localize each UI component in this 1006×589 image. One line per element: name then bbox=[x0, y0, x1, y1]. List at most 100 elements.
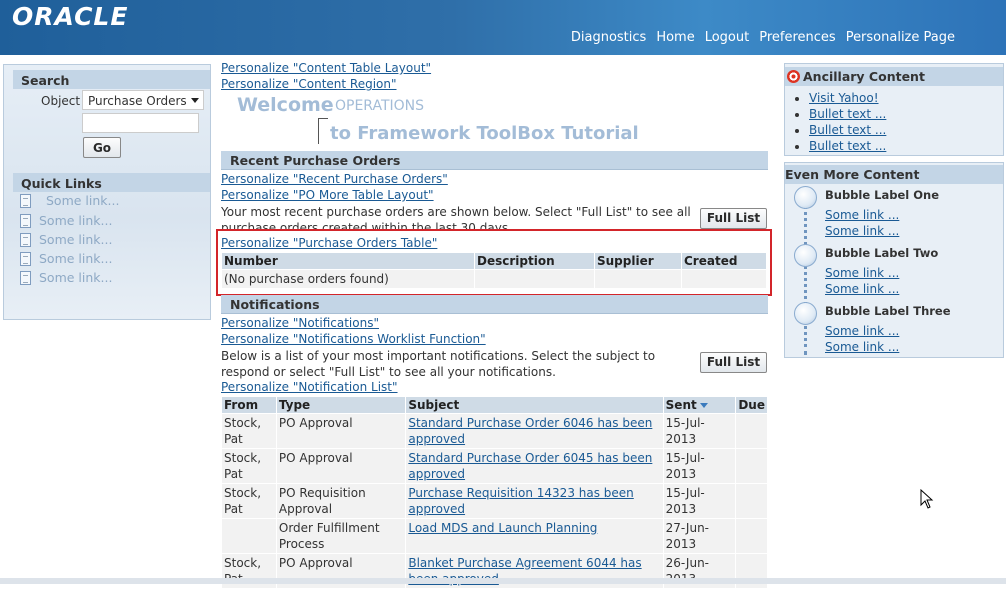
column-from[interactable]: From bbox=[221, 396, 277, 414]
column-due[interactable]: Due bbox=[735, 396, 768, 414]
personalize-recent-po-link[interactable]: Personalize "Recent Purchase Orders" bbox=[221, 172, 448, 186]
column-type[interactable]: Type bbox=[275, 396, 407, 414]
app-header: ORACLE Diagnostics Home Logout Preferenc… bbox=[0, 0, 1006, 55]
personalize-worklist-link[interactable]: Personalize "Notifications Worklist Func… bbox=[221, 332, 486, 346]
personalize-content-region-link[interactable]: Personalize "Content Region" bbox=[221, 77, 397, 91]
bullet-link[interactable]: Bullet text ... bbox=[809, 139, 886, 153]
notifications-full-list-button[interactable]: Full List bbox=[700, 352, 767, 373]
document-icon bbox=[20, 193, 31, 208]
cell-subject: Load MDS and Launch Planning bbox=[405, 518, 664, 554]
target-icon bbox=[787, 70, 800, 83]
search-input[interactable] bbox=[82, 113, 199, 133]
personalize-notification-list-link[interactable]: Personalize "Notification List" bbox=[221, 380, 398, 394]
notifications-table: From Type Subject Sent Due Stock, Pat PO… bbox=[221, 396, 768, 589]
cell-due bbox=[735, 483, 768, 519]
cell-due bbox=[735, 448, 768, 484]
quick-links-header: Quick Links bbox=[13, 173, 210, 192]
diagnostics-link[interactable]: Diagnostics bbox=[571, 30, 646, 45]
list-item: Visit Yahoo! bbox=[809, 90, 886, 106]
notifications-header: Notifications bbox=[221, 295, 768, 314]
table-header-row: From Type Subject Sent Due bbox=[221, 396, 768, 414]
quick-link[interactable]: Some link... bbox=[20, 193, 119, 208]
column-sent[interactable]: Sent bbox=[662, 396, 737, 414]
notification-subject-link[interactable]: Purchase Requisition 14323 has been appr… bbox=[408, 486, 633, 516]
document-icon bbox=[20, 232, 31, 247]
cell-sent: 15-Jul-2013 bbox=[662, 448, 737, 484]
bubble-link[interactable]: Some link ... bbox=[825, 282, 899, 296]
quick-link[interactable]: Some link... bbox=[20, 270, 112, 285]
quick-link-label: Some link... bbox=[39, 232, 113, 247]
mouse-pointer-icon bbox=[920, 489, 934, 509]
ancillary-header: Ancillary Content bbox=[785, 67, 1003, 86]
notification-subject-link[interactable]: Standard Purchase Order 6045 has been ap… bbox=[408, 451, 652, 481]
quick-link-label: Some link... bbox=[39, 251, 113, 266]
cell-sent: 15-Jul-2013 bbox=[662, 413, 737, 449]
highlight-box bbox=[216, 229, 772, 296]
text-cursor-bar bbox=[318, 118, 328, 144]
cell-due bbox=[735, 518, 768, 554]
quick-link[interactable]: Some link... bbox=[20, 251, 112, 266]
ancillary-list: Visit Yahoo! Bullet text ... Bullet text… bbox=[793, 90, 886, 154]
tutorial-title: to Framework ToolBox Tutorial bbox=[330, 123, 639, 144]
bubble-link[interactable]: Some link ... bbox=[825, 266, 899, 280]
sort-descending-icon bbox=[699, 403, 708, 408]
preferences-link[interactable]: Preferences bbox=[759, 30, 835, 45]
global-links: Diagnostics Home Logout Preferences Pers… bbox=[571, 30, 955, 45]
go-button[interactable]: Go bbox=[83, 137, 121, 158]
cell-type: PO Approval bbox=[275, 413, 407, 449]
bullet-link[interactable]: Bullet text ... bbox=[809, 123, 886, 137]
list-item: Bullet text ... bbox=[809, 106, 886, 122]
home-link[interactable]: Home bbox=[656, 30, 694, 45]
bubble-label: Bubble Label Three bbox=[825, 304, 951, 318]
object-select[interactable]: Purchase Orders bbox=[82, 90, 204, 110]
cell-due bbox=[735, 413, 768, 449]
personalize-notifications-link[interactable]: Personalize "Notifications" bbox=[221, 316, 379, 330]
table-row: Stock, Pat PO Approval Standard Purchase… bbox=[221, 413, 768, 449]
column-subject[interactable]: Subject bbox=[405, 396, 664, 414]
chevron-down-icon bbox=[191, 98, 199, 103]
document-icon bbox=[20, 213, 31, 228]
cell-from: Stock, Pat bbox=[221, 483, 277, 519]
oracle-logo: ORACLE bbox=[12, 2, 129, 31]
quick-link-label: Some link... bbox=[46, 193, 120, 208]
visit-yahoo-link[interactable]: Visit Yahoo! bbox=[809, 91, 879, 105]
bubble-link[interactable]: Some link ... bbox=[825, 208, 899, 222]
po-full-list-button[interactable]: Full List bbox=[700, 208, 767, 229]
list-item: Bullet text ... bbox=[809, 122, 886, 138]
bullet-link[interactable]: Bullet text ... bbox=[809, 107, 886, 121]
object-select-value: Purchase Orders bbox=[88, 94, 187, 108]
cell-type: PO Requisition Approval bbox=[275, 483, 407, 519]
ancillary-title: Ancillary Content bbox=[803, 69, 925, 84]
quick-link[interactable]: Some link... bbox=[20, 232, 112, 247]
notification-subject-link[interactable]: Standard Purchase Order 6046 has been ap… bbox=[408, 416, 652, 446]
cell-subject: Standard Purchase Order 6045 has been ap… bbox=[405, 448, 664, 484]
quick-link-label: Some link... bbox=[39, 213, 113, 228]
cell-sent: 15-Jul-2013 bbox=[662, 483, 737, 519]
bottom-scroll-strip bbox=[0, 578, 1006, 584]
cell-type: Order Fulfillment Process bbox=[275, 518, 407, 554]
cell-from: Stock, Pat bbox=[221, 413, 277, 449]
bubble-link[interactable]: Some link ... bbox=[825, 324, 899, 338]
logout-link[interactable]: Logout bbox=[705, 30, 750, 45]
search-header: Search bbox=[13, 70, 210, 89]
personalize-po-more-link[interactable]: Personalize "PO More Table Layout" bbox=[221, 188, 434, 202]
cell-type: PO Approval bbox=[275, 448, 407, 484]
bubble-icon bbox=[794, 186, 817, 209]
list-item: Bullet text ... bbox=[809, 138, 886, 154]
personalize-content-table-link[interactable]: Personalize "Content Table Layout" bbox=[221, 61, 431, 75]
bubble-label: Bubble Label Two bbox=[825, 246, 939, 260]
personalize-page-link[interactable]: Personalize Page bbox=[846, 30, 955, 45]
quick-link[interactable]: Some link... bbox=[20, 213, 112, 228]
bubble-label: Bubble Label One bbox=[825, 188, 939, 202]
cell-sent: 27-Jun-2013 bbox=[662, 518, 737, 554]
document-icon bbox=[20, 270, 31, 285]
document-icon bbox=[20, 251, 31, 266]
notification-subject-link[interactable]: Load MDS and Launch Planning bbox=[408, 521, 597, 535]
bubble-link[interactable]: Some link ... bbox=[825, 340, 899, 354]
cell-subject: Purchase Requisition 14323 has been appr… bbox=[405, 483, 664, 519]
object-label: Object bbox=[41, 94, 81, 108]
recent-po-header: Recent Purchase Orders bbox=[221, 151, 768, 170]
bubble-link[interactable]: Some link ... bbox=[825, 224, 899, 238]
cell-from bbox=[221, 518, 277, 554]
notifications-description: Below is a list of your most important n… bbox=[221, 349, 656, 379]
